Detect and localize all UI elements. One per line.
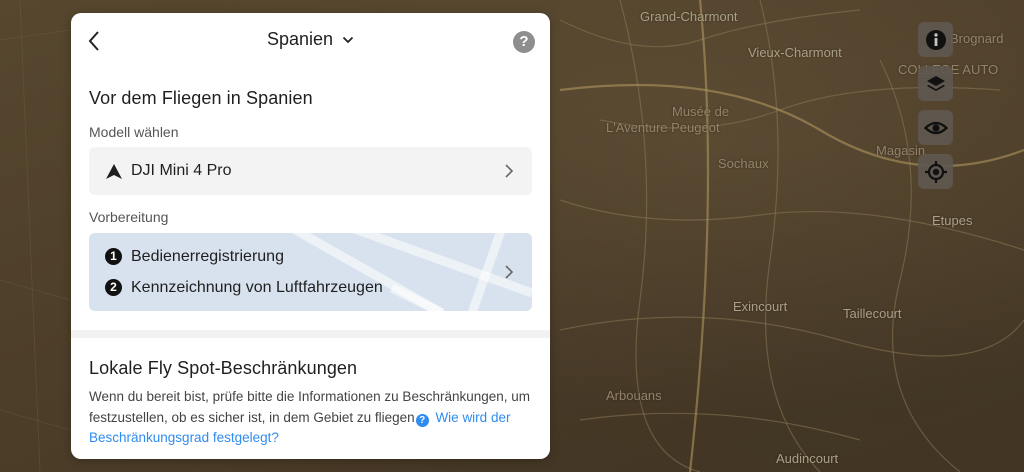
help-circle-icon[interactable]: ? bbox=[415, 413, 429, 427]
map-place-label: Arbouans bbox=[606, 388, 662, 403]
chevron-down-icon bbox=[342, 37, 354, 44]
map-place-label: Audincourt bbox=[776, 451, 839, 466]
map-place-label: Grand-Charmont bbox=[640, 9, 738, 24]
flight-info-panel: Spanien ? Vor dem Fliegen in Spanien Mod… bbox=[71, 13, 550, 459]
info-icon bbox=[925, 29, 946, 50]
map-place-label: Etupes bbox=[932, 213, 973, 228]
section-divider bbox=[71, 330, 550, 338]
chevron-right-icon bbox=[505, 265, 514, 279]
card-decoration bbox=[292, 233, 532, 311]
chevron-right-icon bbox=[505, 164, 514, 178]
step-operator-registration: 1 Bedienerregistrierung bbox=[105, 248, 284, 266]
model-label: Modell wählen bbox=[89, 124, 179, 140]
map-visibility-button[interactable] bbox=[918, 110, 953, 145]
map-locate-button[interactable] bbox=[918, 154, 953, 189]
before-flight-title: Vor dem Fliegen in Spanien bbox=[89, 88, 313, 108]
map-place-label: Exincourt bbox=[733, 299, 788, 314]
map-place-label: Musée de bbox=[672, 104, 730, 119]
panel-header: Spanien ? bbox=[71, 13, 550, 69]
map-place-label: Taillecourt bbox=[843, 306, 902, 321]
step-aircraft-marking: 2 Kennzeichnung von Luftfahrzeugen bbox=[105, 279, 383, 297]
map-place-label: Vieux-Charmont bbox=[748, 45, 842, 60]
map-layers-button[interactable] bbox=[918, 66, 953, 101]
step-number: 2 bbox=[105, 279, 122, 296]
map-place-label: L'Aventure Peugeot bbox=[606, 120, 720, 135]
local-restrictions-description: Wenn du bereit bist, prüfe bitte die Inf… bbox=[89, 387, 534, 449]
step-number: 1 bbox=[105, 248, 122, 265]
eye-icon bbox=[923, 121, 948, 134]
map-place-label: Sochaux bbox=[718, 156, 769, 171]
local-restrictions-title: Lokale Fly Spot-Beschränkungen bbox=[89, 358, 358, 378]
aircraft-arrow-icon bbox=[106, 164, 122, 179]
country-name: Spanien bbox=[266, 29, 334, 49]
help-button[interactable]: ? bbox=[513, 31, 535, 53]
step-label: Bedienerregistrierung bbox=[131, 248, 284, 265]
locate-icon bbox=[924, 160, 947, 183]
country-selector[interactable]: Spanien bbox=[71, 29, 550, 50]
step-label: Kennzeichnung von Luftfahrzeugen bbox=[131, 279, 383, 296]
map-info-button[interactable] bbox=[918, 22, 953, 57]
preparation-card[interactable]: 1 Bedienerregistrierung 2 Kennzeichnung vo… bbox=[89, 233, 532, 311]
preparation-label: Vorbereitung bbox=[89, 209, 169, 225]
layers-icon bbox=[926, 75, 945, 91]
model-name: DJI Mini 4 Pro bbox=[131, 162, 232, 179]
model-selector[interactable]: DJI Mini 4 Pro bbox=[89, 147, 532, 195]
map-place-label: Brognard bbox=[950, 31, 1004, 46]
map-place-label: Magasin bbox=[876, 143, 926, 158]
